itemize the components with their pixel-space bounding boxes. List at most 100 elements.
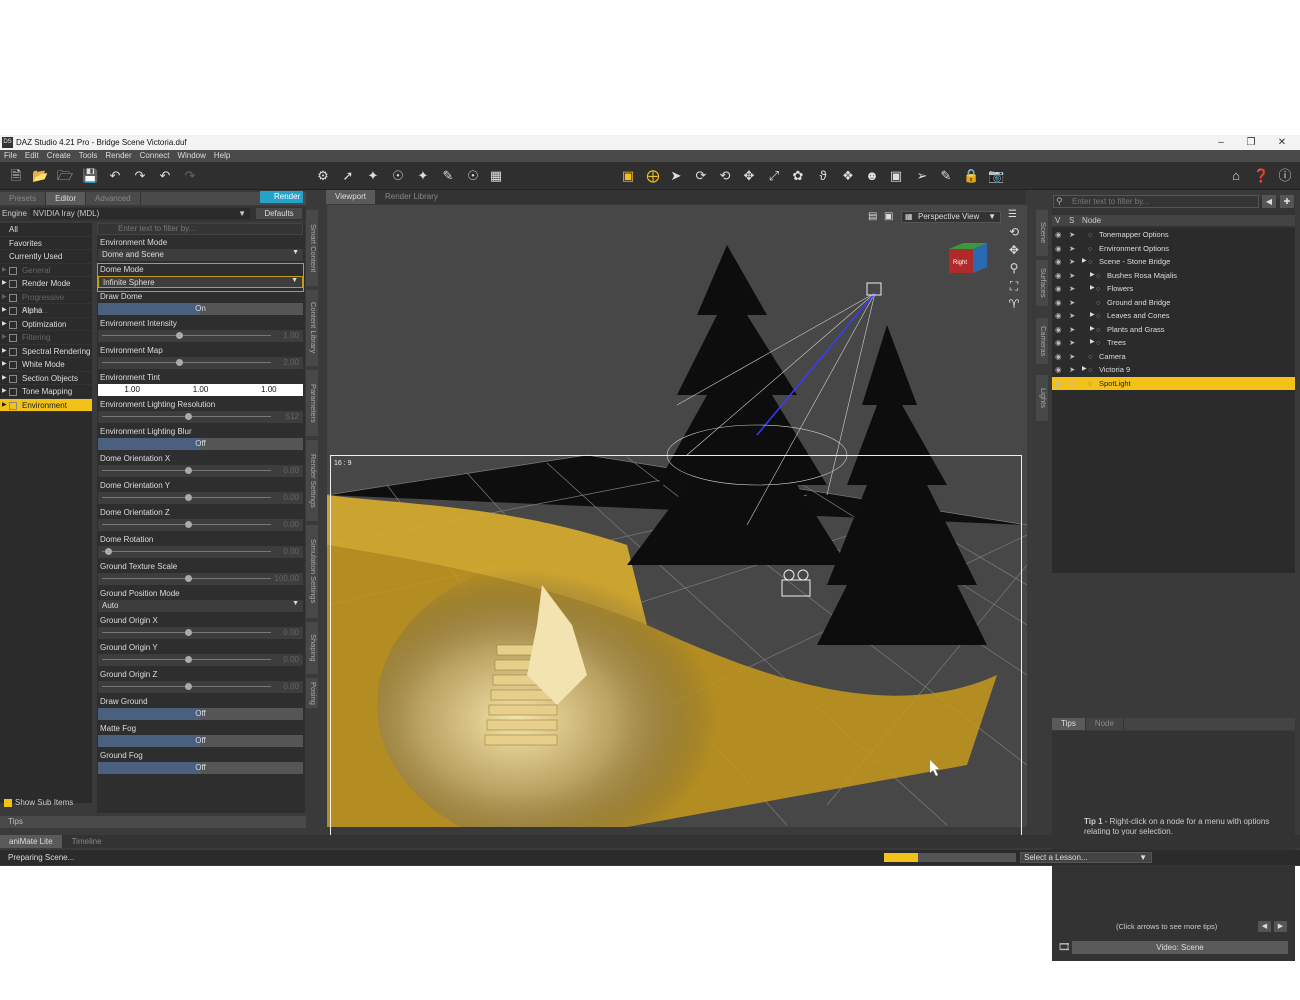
property-slider[interactable]: 0.00 [98,465,303,477]
rotate-tool-icon[interactable]: ⟳ [693,167,709,184]
property-slider[interactable]: 0.00 [98,627,303,639]
side-tab-posing[interactable]: Posing [306,678,318,708]
scene-node[interactable]: ◉ ➤ ▶ ◌ Scene - Stone Bridge [1052,255,1295,269]
expand-arrow-icon[interactable]: ▶ [2,291,7,305]
scene-node[interactable]: ◉ ➤ ▶ ◌ Flowers [1052,282,1295,296]
universal-tool-icon[interactable]: ⨁ [645,167,661,184]
expand-arrow-icon[interactable]: ▶ [1082,255,1087,269]
property-control[interactable]: Off [98,708,303,720]
side-tab-parameters[interactable]: Parameters [306,370,318,436]
slider-value[interactable]: 0.00 [283,520,299,529]
tint-channel[interactable]: 1.00 [235,384,303,396]
eye-icon[interactable]: ◉ [1055,269,1062,283]
slider-knob[interactable] [184,494,192,501]
property-control[interactable]: 0.00 [98,627,303,639]
slider-value[interactable]: 0.00 [283,547,299,556]
pointer-icon[interactable]: ➤ [1069,269,1075,283]
render-button[interactable]: Render [260,191,303,203]
zoom-icon[interactable]: ⚲ [1006,261,1022,279]
joint-tool-icon[interactable]: ✦ [365,167,381,184]
whats-this-icon[interactable]: ❓ [1253,167,1269,184]
scene-node[interactable]: ◉ ➤ ◌ Camera [1052,350,1295,364]
expand-arrow-icon[interactable]: ▶ [2,372,7,386]
expand-arrow-icon[interactable]: ▶ [2,385,7,399]
eye-icon[interactable]: ◉ [1055,309,1062,323]
side-tab-surfaces[interactable]: Surfaces [1036,260,1048,306]
scene-node[interactable]: ◉ ➤ ▶ ◌ Trees [1052,336,1295,350]
open-file-icon[interactable]: 📂 [32,167,48,184]
translate-tool-icon[interactable]: ✥ [741,167,757,184]
twist-tool-icon[interactable]: ⟲ [717,167,733,184]
expand-arrow-icon[interactable]: ▶ [2,264,7,278]
slider-value[interactable]: 0.00 [283,682,299,691]
expand-arrow-icon[interactable]: ▶ [1090,336,1095,350]
property-slider[interactable]: 2.00 [98,357,303,369]
new-file-icon[interactable]: 🗎 [8,167,24,184]
property-slider[interactable]: 0.00 [98,492,303,504]
view-select[interactable]: ▦ Perspective View ▼ [901,211,1001,223]
category-item[interactable]: ▶ Tone Mapping [0,385,92,399]
category-item[interactable]: ▶ White Mode [0,358,92,372]
scene-tool-icon[interactable]: ⚙ [315,167,331,184]
category-item[interactable]: ▶ Alpha [0,304,92,318]
scene-node[interactable]: ◉ ➤ ▶ ◌ Bushes Rosa Majalis [1052,269,1295,283]
merge-file-icon[interactable]: 🗁 [57,167,73,184]
slider-knob[interactable] [184,521,192,528]
expand-arrow-icon[interactable]: ▶ [1090,323,1095,337]
slider-knob[interactable] [105,548,113,555]
slider-knob[interactable] [184,467,192,474]
property-control[interactable]: Infinite Sphere ▼ [98,276,303,288]
slider-value[interactable]: 0.00 [283,628,299,637]
spot-render-icon[interactable]: ❖ [840,167,856,184]
menu-edit[interactable]: Edit [25,151,39,160]
scene-node[interactable]: ◉ ➤ ◌ Tonemapper Options [1052,228,1295,242]
property-control[interactable]: 0.00 [98,519,303,531]
toggle-value[interactable]: Off [98,438,303,450]
eye-icon[interactable]: ◉ [1055,255,1062,269]
category-item[interactable]: ▶ Optimization [0,318,92,331]
property-control[interactable]: 512 [98,411,303,423]
property-filter-input[interactable]: Enter text to filter by... [97,223,303,235]
pointer-icon[interactable]: ➤ [1069,336,1075,350]
save-icon[interactable]: 💾 [82,167,98,184]
property-control[interactable]: 2.00 [98,357,303,369]
orbit-icon[interactable]: ⟲ [1006,225,1022,243]
figure-tool-icon[interactable]: ➚ [340,167,356,184]
tab-timeline[interactable]: Timeline [63,835,112,848]
pointer-icon[interactable]: ➤ [1069,377,1075,391]
category-item[interactable]: Favorites [0,237,92,250]
property-control[interactable]: Dome and Scene ▼ [98,249,303,261]
undo-icon[interactable]: ↶ [157,167,173,184]
category-item[interactable]: ▶ Spectral Rendering [0,345,92,358]
selectable-column[interactable]: S [1069,215,1074,226]
property-control[interactable]: Off [98,438,303,450]
property-slider[interactable]: 0.00 [98,519,303,531]
slider-knob[interactable] [176,359,184,366]
pointer-icon[interactable]: ➤ [1069,282,1075,296]
scene-node[interactable]: ◉ ➤ ▶ ◌ Victoria 9 [1052,363,1295,377]
next-tip-button[interactable]: ▶ [1274,921,1287,932]
category-item[interactable]: All [0,223,92,237]
slider-knob[interactable] [184,629,192,636]
menu-create[interactable]: Create [47,151,71,160]
region-tool-icon[interactable]: ☉ [465,167,481,184]
geometry-tool-icon[interactable]: ☉ [390,167,406,184]
property-control[interactable]: 0.00 [98,492,303,504]
slider-value[interactable]: 100.00 [275,574,299,583]
import-icon[interactable]: ↶ [107,167,123,184]
pointer-icon[interactable]: ➤ [1069,242,1075,256]
expand-arrow-icon[interactable]: ▶ [2,331,7,345]
toggle-value[interactable]: Off [98,735,303,747]
node-column[interactable]: Node [1082,215,1101,226]
expand-arrow-icon[interactable]: ▶ [2,304,7,318]
video-scene-button[interactable]: Video: Scene [1072,941,1288,954]
active-pose-icon[interactable]: ✿ [790,167,806,184]
property-control[interactable]: Off [98,762,303,774]
brush-tool-icon[interactable]: ✦ [415,167,431,184]
slider-knob[interactable] [184,683,192,690]
menu-render[interactable]: Render [105,151,131,160]
redo-icon[interactable]: ↷ [182,167,198,184]
expand-arrow-icon[interactable]: ▶ [2,358,7,372]
tips-tab[interactable]: Tips [0,816,306,828]
pointer-tool-icon[interactable]: ➤ [668,167,684,184]
